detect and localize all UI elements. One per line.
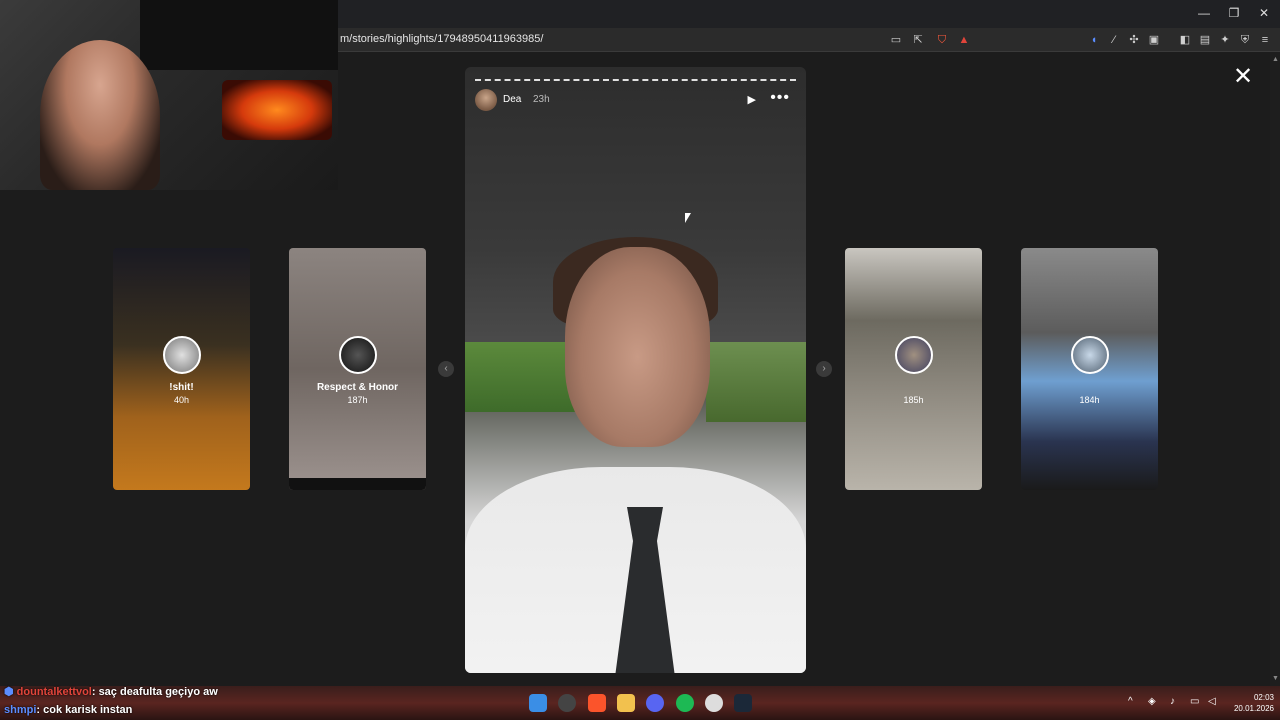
story-avatar <box>894 336 933 374</box>
story-progress-bar <box>475 79 796 81</box>
chat-user: dountalkettvol <box>16 686 92 698</box>
card-bottom-bar <box>289 478 426 490</box>
next-story-button[interactable]: › <box>816 361 832 377</box>
story-card-title: Respect & Honor <box>316 382 399 393</box>
settings-icon[interactable] <box>705 694 723 712</box>
clock-time: 02:03 <box>1253 693 1274 702</box>
wallet-icon[interactable]: ▤ <box>1197 32 1213 48</box>
translate-icon[interactable]: ⁄ <box>1106 32 1122 48</box>
close-stories-button[interactable]: ✕ <box>1232 65 1254 89</box>
window-close-button[interactable]: ✕ <box>1252 6 1276 20</box>
vpn-icon[interactable]: ⛨ <box>1237 32 1253 48</box>
mouse-cursor <box>685 213 691 223</box>
story-card-2[interactable]: Respect & Honor 187h <box>289 248 426 490</box>
screenshot-icon[interactable]: ▣ <box>1146 32 1162 48</box>
steam-icon[interactable] <box>734 694 752 712</box>
spotify-icon[interactable] <box>676 694 694 712</box>
leo-ai-icon[interactable]: ✦ <box>1217 32 1233 48</box>
play-icon[interactable]: ▶ <box>748 93 756 106</box>
story-avatar <box>162 336 201 374</box>
microphone-icon[interactable]: ♪ <box>1170 696 1175 707</box>
cast-icon[interactable]: ▭ <box>888 32 904 48</box>
webcam-background <box>222 80 332 140</box>
app-icon[interactable] <box>558 694 576 712</box>
scroll-down-icon[interactable]: ▼ <box>1272 675 1279 682</box>
url-text[interactable]: m/stories/highlights/17948950411963985/ <box>340 33 543 45</box>
brave-rewards-icon[interactable]: ▲ <box>956 32 972 48</box>
share-icon[interactable]: ⇱ <box>910 32 926 48</box>
webcam-background <box>140 0 338 70</box>
story-card-time: 187h <box>347 395 368 405</box>
story-card-time: 185h <box>903 395 924 405</box>
clock-date: 20.01.2026 <box>1233 704 1274 713</box>
scroll-up-icon[interactable]: ▲ <box>1272 56 1279 63</box>
restore-button[interactable]: ❐ <box>1222 6 1246 20</box>
brave-icon[interactable] <box>588 694 606 712</box>
volume-icon[interactable]: ◁ <box>1208 696 1216 707</box>
chat-badge-icon: ⬢ <box>4 686 14 698</box>
story-card-3[interactable]: 185h <box>845 248 982 490</box>
prev-story-button[interactable]: ‹ <box>438 361 454 377</box>
story-avatar <box>338 336 377 374</box>
story-card-title: !shit! <box>169 382 194 393</box>
clock[interactable]: 02:03 20.01.2026 <box>1226 692 1274 714</box>
chat-message: : cok karisk instan <box>36 704 133 716</box>
main-story-viewer[interactable]: Dea 23h ▶ ••• <box>465 67 806 673</box>
story-card-1[interactable]: !shit! 40h <box>113 248 250 490</box>
avatar[interactable] <box>475 89 497 111</box>
extensions-icon[interactable]: ✣ <box>1126 32 1142 48</box>
minimize-button[interactable]: — <box>1192 6 1216 20</box>
audio-icon[interactable]: ◖ <box>1086 32 1102 48</box>
scrollbar[interactable]: ▲ ▼ <box>1270 52 1280 686</box>
discord-icon[interactable] <box>646 694 664 712</box>
story-card-time: 40h <box>173 395 190 405</box>
story-header: Dea 23h ▶ ••• <box>475 89 796 111</box>
menu-icon[interactable]: ≡ <box>1257 32 1273 48</box>
chat-line-2: shmpi: cok karisk instan <box>4 704 132 716</box>
story-avatar <box>1070 336 1109 374</box>
brave-shield-icon[interactable]: ⛉ <box>934 32 950 48</box>
story-card-time: 184h <box>1079 395 1100 405</box>
file-explorer-icon[interactable] <box>617 694 635 712</box>
chat-message: : saç deafulta geçiyo aw <box>91 686 218 698</box>
start-icon[interactable] <box>529 694 547 712</box>
story-age: 23h <box>533 94 550 105</box>
more-options-icon[interactable]: ••• <box>770 89 790 107</box>
story-username[interactable]: Dea <box>503 94 521 105</box>
chat-line-1: ⬢ dountalkettvol: saç deafulta geçiyo aw <box>4 685 218 698</box>
tray-chevron-icon[interactable]: ^ <box>1128 696 1133 707</box>
sidebar-icon[interactable]: ◧ <box>1177 32 1193 48</box>
story-image-background <box>706 342 806 422</box>
webcam-overlay <box>0 0 338 190</box>
webcam-streamer <box>40 40 160 190</box>
story-card-4[interactable]: 184h <box>1021 248 1158 490</box>
steam-tray-icon[interactable]: ◈ <box>1148 696 1156 707</box>
chat-user: shmpi <box>4 704 37 716</box>
display-icon[interactable]: ▭ <box>1190 696 1199 707</box>
story-image-subject <box>565 247 710 447</box>
